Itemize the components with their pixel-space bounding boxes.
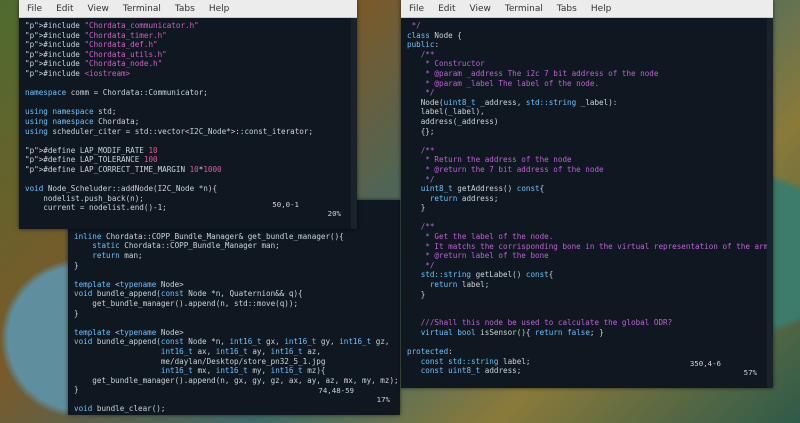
scrollbar[interactable] bbox=[351, 18, 357, 229]
menu-item-help[interactable]: Help bbox=[591, 4, 612, 14]
code-line: me/daylan/Desktop/store_pn32_5_1.jpg bbox=[74, 356, 326, 366]
cursor-position: 350,4-6 bbox=[689, 359, 721, 368]
code-line: * Get the label of the node. bbox=[407, 232, 554, 242]
code-line: public: bbox=[407, 40, 440, 50]
code-line: virtual bool isSensor(){ return false; } bbox=[420, 328, 604, 337]
code-line: * @param _label The label of the node. bbox=[407, 78, 600, 88]
code-line: "p">#include "Chordata_communicator.h" bbox=[25, 21, 199, 30]
code-line: * It matchs the corrisponding bone in th… bbox=[407, 241, 773, 251]
terminal-window-scheduler[interactable]: File Edit View Terminal Tabs Help "p">#includ… bbox=[19, 0, 357, 229]
code-line: void bundle_append(const Node *n, int16_… bbox=[74, 337, 390, 347]
code-line: */ bbox=[407, 174, 435, 184]
menu-item-edit[interactable]: Edit bbox=[438, 4, 455, 14]
code-line: "p">#include <iostream> bbox=[25, 68, 131, 78]
code-line: ///Shall this node be used to calculate … bbox=[407, 318, 673, 328]
code-line: label(_label), bbox=[407, 107, 485, 117]
code-line: void bundle_append(const Node *n, Quater… bbox=[74, 289, 303, 299]
menu-item-terminal[interactable]: Terminal bbox=[505, 4, 543, 14]
code-line: } bbox=[407, 289, 426, 299]
code-line: "p">#include "Chordata_node.h" bbox=[25, 59, 163, 69]
scroll-percent: 17% bbox=[376, 395, 390, 404]
scroll-percent: 57% bbox=[743, 368, 757, 377]
menu-item-file[interactable]: File bbox=[409, 4, 424, 14]
code-line: "p">#include "Chordata_def.h" bbox=[25, 40, 158, 50]
menu-item-help[interactable]: Help bbox=[209, 4, 230, 14]
code-line: using scheduler_citer = std::vector<I2C_… bbox=[25, 126, 314, 136]
code-line: address(_address) bbox=[407, 116, 499, 126]
code-line: class Node { bbox=[407, 30, 462, 40]
vim-status-line: 350,4-6 57% bbox=[401, 350, 767, 386]
code-line: get_bundle_manager().append(n, std::move… bbox=[74, 298, 299, 308]
code-line: Node(uint8_t _address, std::string _labe… bbox=[407, 97, 618, 107]
code-line: * Return the address of the node bbox=[407, 155, 572, 165]
code-line: } bbox=[74, 308, 79, 318]
menu-item-terminal[interactable]: Terminal bbox=[123, 4, 161, 14]
code-view[interactable]: */class Node {public: /** * Constructor … bbox=[401, 18, 773, 379]
code-view[interactable]: "p">#include "Chordata_communicator.h" "p… bbox=[19, 18, 357, 217]
code-line: return label; bbox=[429, 280, 490, 290]
terminal-window-node[interactable]: File Edit View Terminal Tabs Help */class Nod… bbox=[401, 0, 773, 388]
cursor-position: 74,48-59 bbox=[318, 386, 354, 395]
menu-item-edit[interactable]: Edit bbox=[56, 4, 73, 14]
code-line: {}; bbox=[407, 126, 435, 136]
code-line: "p">#include "Chordata_utils.h" bbox=[25, 49, 167, 59]
menu-item-tabs[interactable]: Tabs bbox=[557, 4, 577, 14]
code-line: */ bbox=[407, 21, 421, 30]
code-line: template <typename Node> bbox=[74, 279, 184, 289]
code-line: "p">#define LAP_TOLERANCE 100 bbox=[25, 155, 158, 165]
code-line: * @return label of the bone bbox=[407, 251, 549, 261]
code-line: * @return the 7 bit address of the node bbox=[407, 164, 604, 174]
cursor-position: 50,0-1 bbox=[272, 200, 299, 209]
code-line: return address; bbox=[429, 193, 499, 203]
terminal-window-bundle[interactable]: inline Chordata::COPP_Bundle_Manager& ge… bbox=[68, 200, 400, 415]
code-line: int16_t ax, int16_t ay, int16_t az, bbox=[160, 346, 321, 356]
code-line: "p">#define LAP_MODIF_RATE 10 bbox=[25, 145, 158, 155]
menu-bar: File Edit View Terminal Tabs Help bbox=[19, 0, 357, 18]
code-line: inline Chordata::COPP_Bundle_Manager& ge… bbox=[74, 231, 344, 241]
menu-item-file[interactable]: File bbox=[27, 4, 42, 14]
scrollbar[interactable] bbox=[767, 18, 773, 388]
code-line: std::string getLabel() const{ bbox=[420, 270, 554, 280]
code-line: template <typename Node> bbox=[74, 327, 184, 337]
code-line: } bbox=[74, 260, 79, 270]
code-line: * @param _address The i2c 7 bit address … bbox=[407, 68, 659, 78]
code-line: return man; bbox=[92, 250, 143, 260]
vim-status-line: 74,48-59 17% bbox=[68, 377, 394, 413]
vim-status-line: 50,0-1 20% bbox=[19, 191, 351, 227]
code-line: namespace comm = Chordata::Communicator; bbox=[25, 88, 208, 98]
menu-item-tabs[interactable]: Tabs bbox=[175, 4, 195, 14]
code-line: "p">#define LAP_CORRECT_TIME_MARGIN 10*1… bbox=[25, 164, 222, 174]
code-line: */ bbox=[407, 260, 435, 270]
code-line: using namespace Chordata; bbox=[25, 116, 140, 126]
menu-bar: File Edit View Terminal Tabs Help bbox=[401, 0, 773, 18]
code-line: * Constructor bbox=[407, 59, 485, 69]
menu-item-view[interactable]: View bbox=[88, 4, 109, 14]
code-line: */ bbox=[407, 88, 435, 98]
code-line: static Chordata::COPP_Bundle_Manager man… bbox=[92, 241, 280, 251]
code-line: } bbox=[407, 203, 426, 213]
scroll-percent: 20% bbox=[327, 209, 341, 218]
code-line: /** bbox=[407, 49, 435, 59]
code-line: int16_t mx, int16_t my, int16_t mz){ bbox=[160, 366, 326, 376]
menu-item-view[interactable]: View bbox=[470, 4, 491, 14]
code-line: /** bbox=[407, 222, 435, 232]
code-line: using namespace std; bbox=[25, 107, 117, 117]
code-line: "p">#include "Chordata_timer.h" bbox=[25, 30, 167, 40]
code-line: uint8_t getAddress() const{ bbox=[420, 184, 545, 194]
code-line: /** bbox=[407, 145, 435, 155]
